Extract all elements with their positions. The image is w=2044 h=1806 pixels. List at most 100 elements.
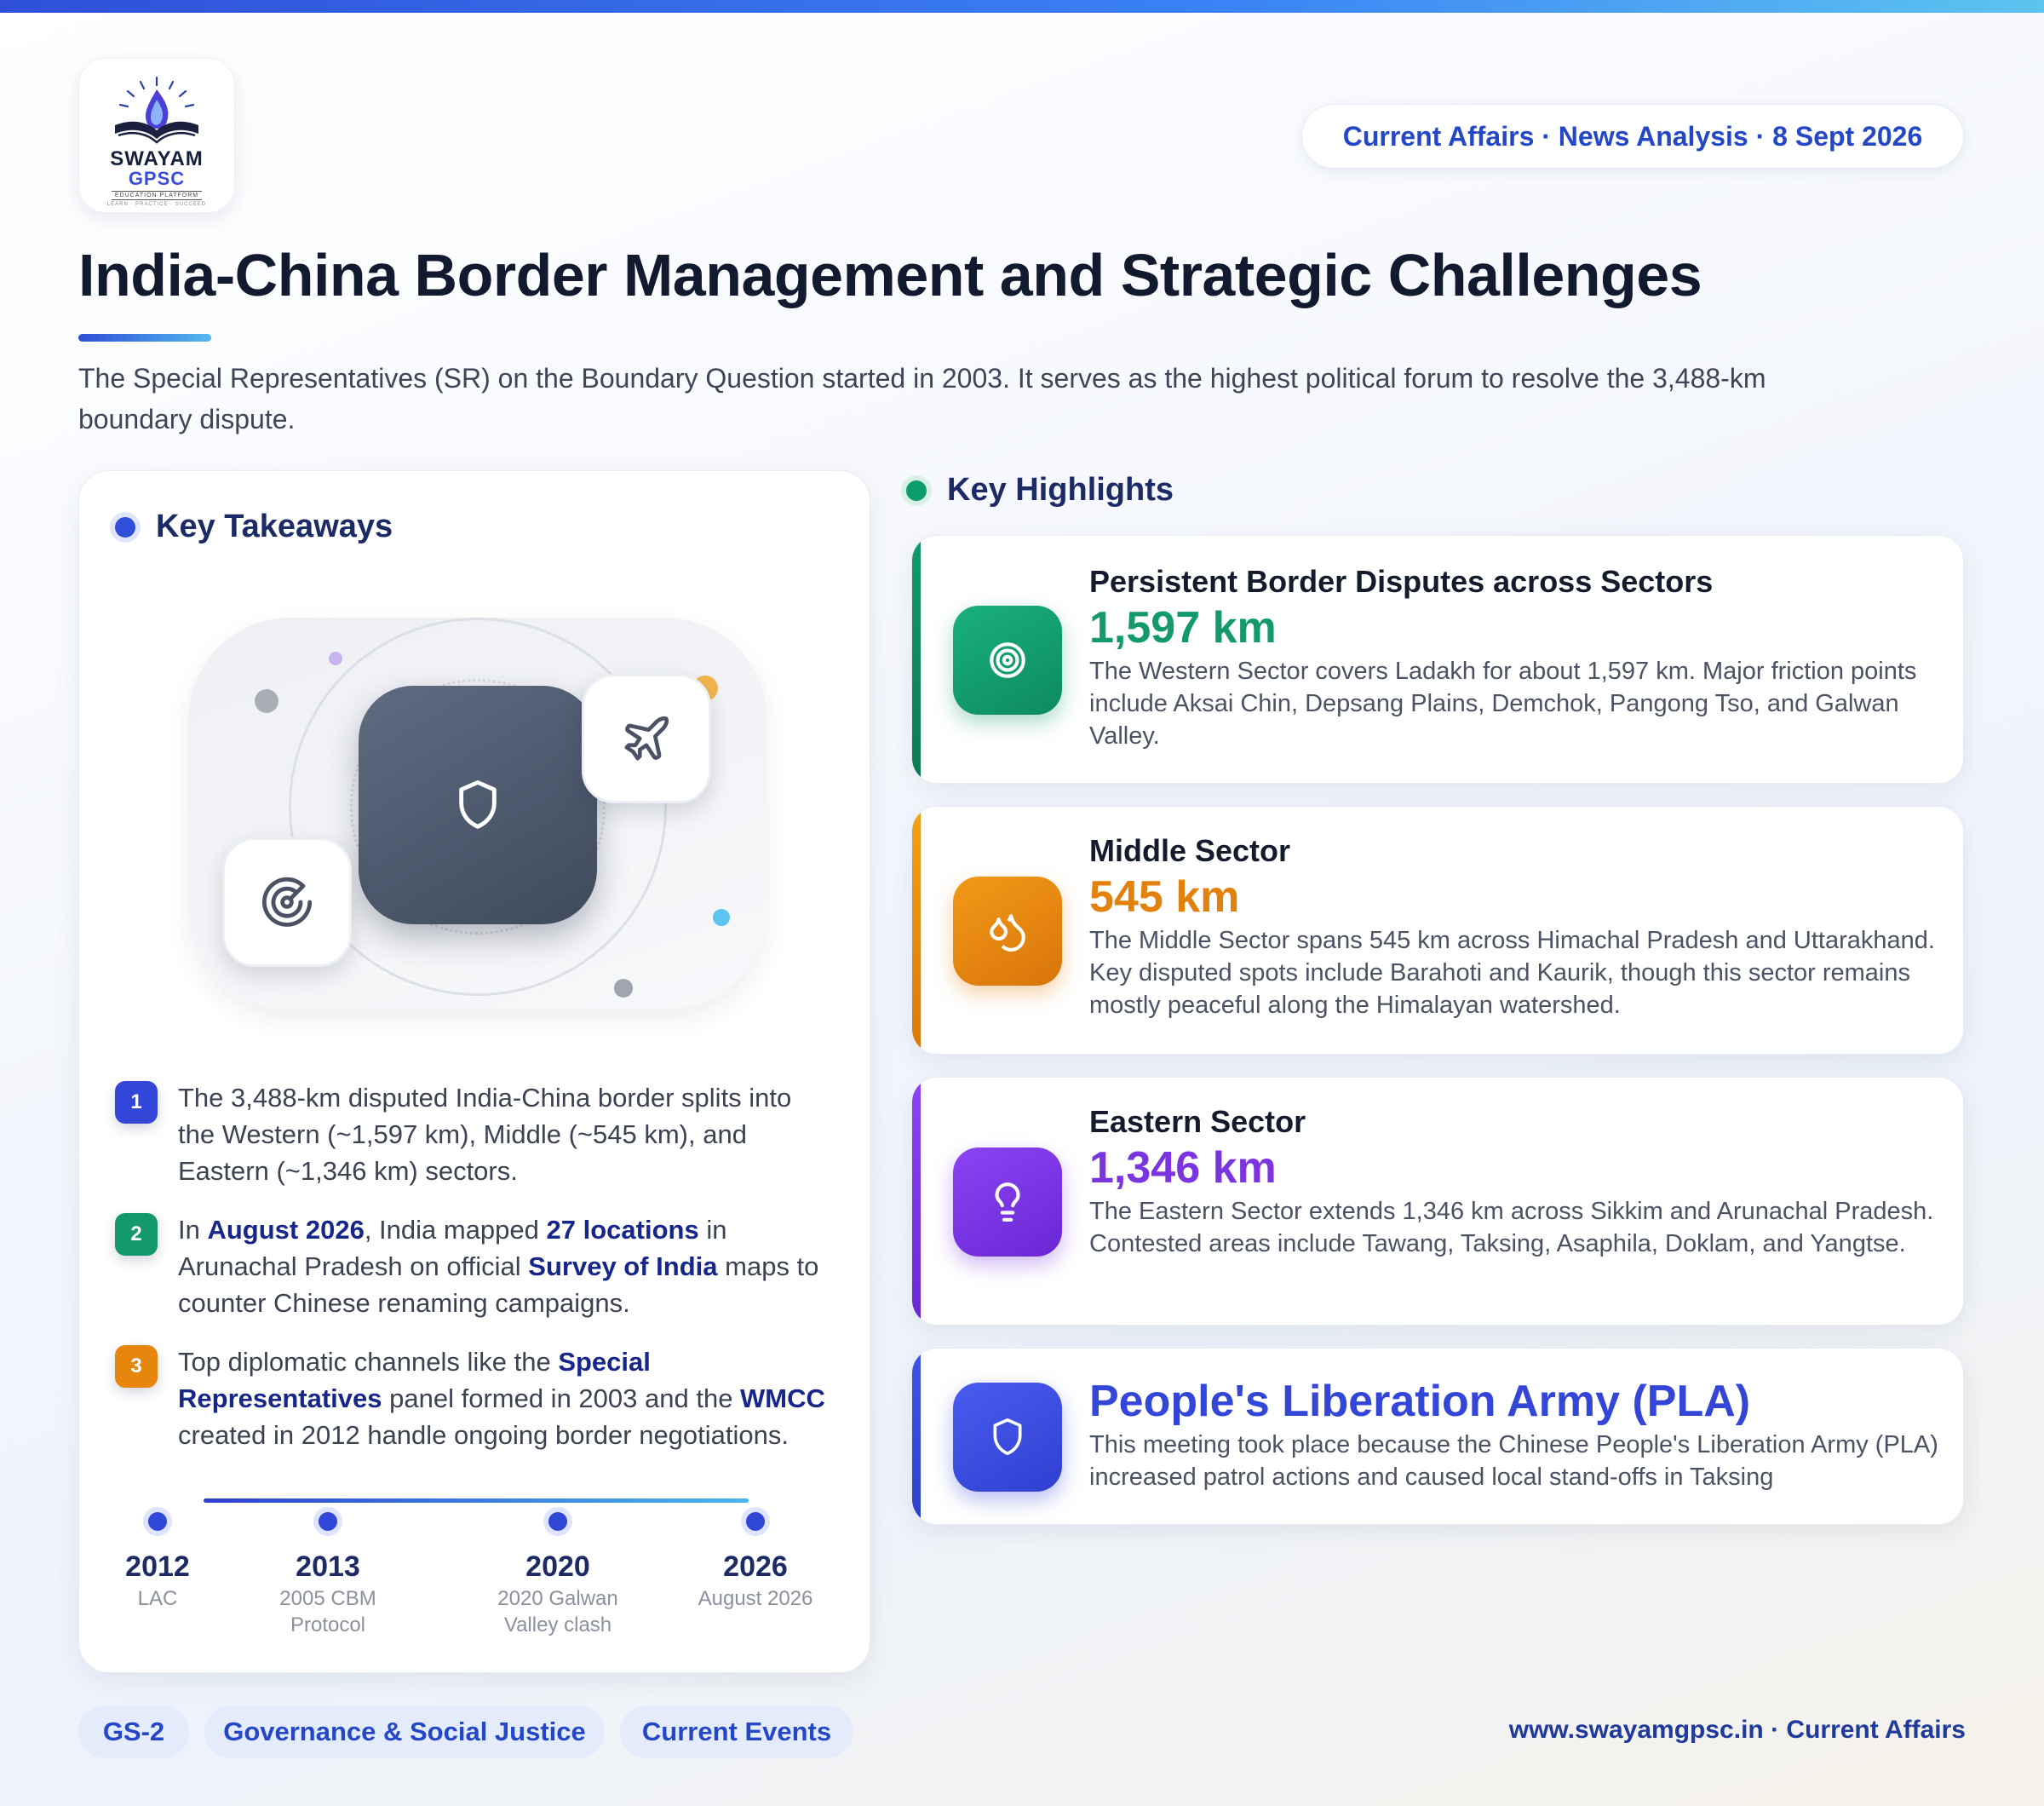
takeaway-number: 2 [115,1213,158,1256]
page-title: India-China Border Management and Strate… [78,242,1702,308]
timeline-item: 2020 2020 Galwan Valley clash [473,1512,643,1638]
highlight-value: 1,346 km [1089,1143,1277,1193]
brand-sub: GPSC [128,168,186,189]
footer-website[interactable]: www.swayamgpsc.in · Current Affairs [1509,1716,1966,1745]
highlight-title: Persistent Border Disputes across Sector… [1089,564,1714,599]
card-accent [912,536,921,783]
highlight-desc: This meeting took place because the Chin… [1089,1431,1938,1491]
highlight-card-pla: People's Liberation Army (PLA) This meet… [911,1348,1964,1525]
highlight-body: Persistent Border Disputes across Sector… [1089,563,1941,752]
illustration [188,618,767,1009]
intro-text: The Special Representatives (SR) on the … [78,363,1766,434]
decor-dot [614,979,633,998]
droplets-icon [990,914,1025,952]
key-takeaways-title: Key Takeaways [156,509,393,544]
bullet-dot-icon [906,480,927,501]
timeline-dot [746,1512,765,1531]
target-icon [990,642,1025,678]
shield-icon [459,780,497,829]
timeline-year: 2026 [723,1550,788,1583]
highlight-value: 1,597 km [1089,603,1277,653]
shield-tile [359,686,597,924]
highlight-title: Middle Sector [1089,833,1291,868]
timeline-year: 2020 [525,1550,590,1583]
highlight-desc: The Eastern Sector extends 1,346 km acro… [1089,1198,1934,1257]
top-accent-bar [0,0,2044,13]
takeaway-text: The 3,488-km disputed India-China border… [178,1079,834,1189]
header-date-pill: Current Affairs · News Analysis · 8 Sept… [1301,104,1964,169]
timeline-line [204,1498,749,1503]
takeaways-list: 1 The 3,488-km disputed India-China bord… [115,1079,847,1475]
brand-name: SWAYAM [110,147,204,170]
takeaway-text-part: created in 2012 handle ongoing border ne… [178,1420,789,1450]
takeaway-highlight: 27 locations [546,1215,699,1245]
decor-dot [255,689,278,713]
lightbulb-icon [995,1182,1020,1222]
takeaway-number: 1 [115,1081,158,1124]
highlight-desc: The Western Sector covers Ladakh for abo… [1089,658,1917,750]
plane-icon [624,716,669,761]
highlight-body: People's Liberation Army (PLA) This meet… [1089,1374,1941,1493]
takeaway-item: 2 In August 2026, India mapped 27 locati… [115,1211,847,1321]
takeaway-highlight: Survey of India [528,1251,718,1281]
takeaway-highlight: WMCC [740,1383,825,1413]
lightbulb-icon-tile [953,1147,1062,1257]
timeline-item: 2013 2005 CBM Protocol [243,1512,413,1638]
takeaway-text: Top diplomatic channels like the Special… [178,1343,834,1453]
takeaway-item: 3 Top diplomatic channels like the Speci… [115,1343,847,1453]
highlight-desc: The Middle Sector spans 545 km across Hi… [1089,927,1935,1019]
highlight-card-middle: Middle Sector 545 km The Middle Sector s… [911,806,1964,1055]
key-highlights-heading: Key Highlights [906,472,1174,509]
brand-tagline: EDUCATION PLATFORM [111,191,203,200]
target-icon-tile [953,606,1062,715]
shield-icon [993,1418,1022,1456]
title-underline [78,334,211,342]
highlight-title: People's Liberation Army (PLA) [1089,1377,1751,1426]
timeline-dot [148,1512,167,1531]
takeaway-text-part: panel formed in 2003 and the [382,1383,741,1413]
key-highlights-title: Key Highlights [947,472,1174,508]
takeaway-text-part: In [178,1215,208,1245]
card-accent [912,1078,921,1325]
radar-tile [222,837,352,967]
takeaway-text-part: , India mapped [364,1215,547,1245]
timeline-label: 2020 Galwan Valley clash [497,1587,618,1636]
takeaway-text-part: Top diplomatic channels like the [178,1347,559,1377]
key-takeaways-heading: Key Takeaways [115,509,393,545]
card-accent [912,807,921,1054]
card-accent [912,1349,921,1524]
takeaway-text: In August 2026, India mapped 27 location… [178,1211,834,1321]
logo-emblem-icon [115,76,198,144]
timeline-label: LAC [137,1587,178,1610]
bullet-dot-icon [115,516,135,538]
plane-tile [582,674,711,803]
highlight-body: Middle Sector 545 km The Middle Sector s… [1089,832,1941,1021]
takeaway-text-part: The 3,488-km disputed India-China border… [178,1083,792,1186]
timeline-label: 2005 CBM Protocol [279,1587,376,1636]
timeline-item: 2012 LAC [72,1512,243,1612]
brand-logo: SWAYAM GPSC EDUCATION PLATFORM LEARN · P… [78,58,235,213]
droplets-icon-tile [953,877,1062,986]
decor-dot [713,909,730,926]
tag-governance[interactable]: Governance & Social Justice [204,1705,605,1758]
tag-gs2[interactable]: GS-2 [78,1705,189,1758]
takeaway-number: 3 [115,1345,158,1388]
timeline-label: August 2026 [698,1587,813,1610]
tag-current-events[interactable]: Current Events [620,1705,853,1758]
brand-tagline-2: LEARN · PRACTICE · SUCCEED [106,202,207,207]
highlight-title: Eastern Sector [1089,1104,1306,1139]
timeline-year: 2013 [296,1550,360,1583]
decor-dot [329,652,342,665]
timeline-dot [319,1512,337,1531]
highlight-body: Eastern Sector 1,346 km The Eastern Sect… [1089,1103,1941,1260]
takeaway-highlight: August 2026 [207,1215,365,1245]
radar-icon [261,877,313,927]
takeaway-item: 1 The 3,488-km disputed India-China bord… [115,1079,847,1189]
highlight-value: 545 km [1089,872,1240,922]
timeline-year: 2012 [125,1550,190,1583]
shield-icon-tile [953,1383,1062,1492]
highlight-card-western: Persistent Border Disputes across Sector… [911,535,1964,784]
key-takeaways-card: Key Takeaways 1 The 3,488-km disputed In… [78,470,870,1673]
timeline-dot [548,1512,567,1531]
highlight-card-eastern: Eastern Sector 1,346 km The Eastern Sect… [911,1077,1964,1326]
